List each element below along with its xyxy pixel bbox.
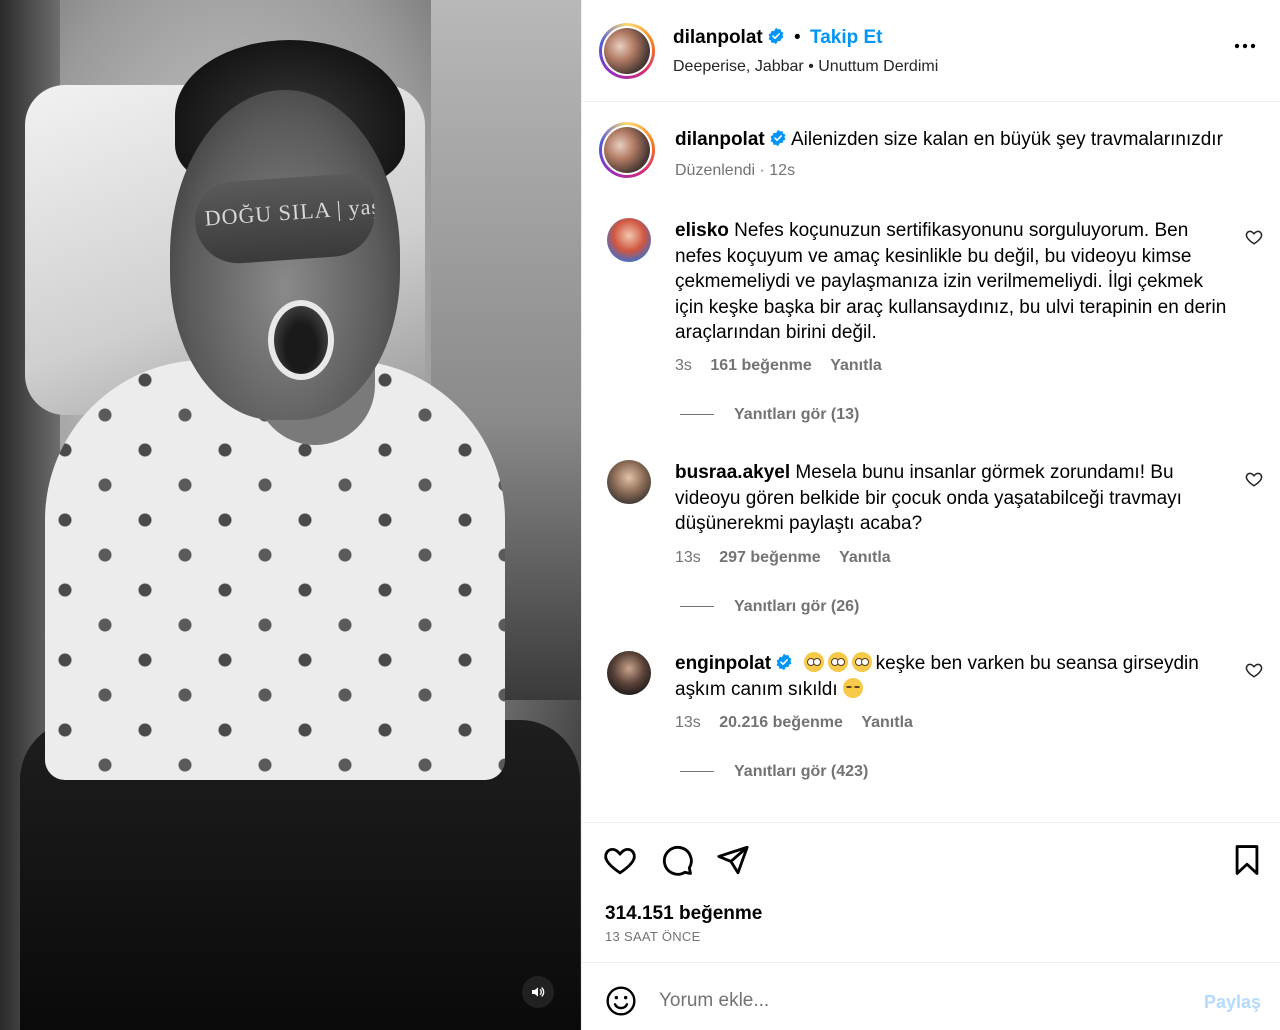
comment-input[interactable] bbox=[659, 981, 1179, 1021]
save-bookmark-icon[interactable] bbox=[1230, 843, 1264, 877]
comment-composer: Paylaş bbox=[582, 962, 1280, 1030]
view-replies-button[interactable]: Yanıtları gör (26) bbox=[680, 598, 859, 616]
caption-text: dilanpolat Ailenizden size kalan en büyü… bbox=[675, 127, 1265, 152]
comment-time: 13s bbox=[675, 549, 701, 566]
caption-time: 12s bbox=[769, 162, 796, 179]
caption-meta: Düzenlendi · 12s bbox=[675, 162, 796, 179]
eye-mask: DOĞU SILA | yaşam merkezi bbox=[192, 171, 378, 267]
comment-time: 3s bbox=[675, 357, 692, 374]
replies-divider bbox=[680, 606, 714, 608]
author-username-text[interactable]: dilanpolat bbox=[673, 27, 763, 48]
caption-body: Ailenizden size kalan en büyük şey travm… bbox=[790, 129, 1223, 150]
flushed-emoji-icon bbox=[803, 652, 824, 672]
post-likes-count[interactable]: 314.151 beğenme bbox=[605, 903, 762, 925]
like-heart-icon[interactable] bbox=[603, 843, 637, 877]
audio-track-link[interactable]: Deeperise, Jabbar • Unuttum Derdimi bbox=[673, 58, 938, 76]
post-actions: 314.151 beğenme 13 SAAT ÖNCE bbox=[582, 822, 1280, 962]
speaker-icon bbox=[532, 987, 545, 997]
comment-text: elisko Nefes koçunuzun sertifikasyonunu … bbox=[675, 218, 1235, 346]
post-sidebar: dilanpolat • Takip Et Deeperise, Jabbar … bbox=[581, 0, 1280, 1030]
caption-avatar[interactable] bbox=[599, 122, 655, 178]
pensive-emoji-icon bbox=[842, 677, 863, 698]
verified-badge-icon bbox=[768, 27, 784, 45]
like-comment-heart-icon[interactable] bbox=[1245, 470, 1263, 488]
flushed-emoji-icon bbox=[851, 652, 872, 672]
comment-meta: 13s 20.216 beğenme Yanıtla bbox=[675, 714, 927, 732]
post-video[interactable]: DOĞU SILA | yaşam merkezi bbox=[0, 0, 581, 1030]
comment-likes[interactable]: 161 beğenme bbox=[710, 357, 811, 374]
comment-text: enginpolat keşke ben varken bu seansa gi… bbox=[675, 651, 1235, 702]
view-replies-label[interactable]: Yanıtları gör (423) bbox=[734, 763, 868, 780]
view-replies-label[interactable]: Yanıtları gör (13) bbox=[734, 406, 859, 423]
post-comment-button[interactable]: Paylaş bbox=[1204, 992, 1261, 1013]
verified-badge-icon bbox=[776, 653, 792, 671]
author-avatar[interactable] bbox=[599, 23, 655, 79]
open-mouth bbox=[268, 300, 334, 380]
comment-likes[interactable]: 20.216 beğenme bbox=[719, 714, 843, 731]
comment-body: Nefes koçunuzun sertifikasyonunu sorgulu… bbox=[675, 220, 1227, 343]
emoji-picker-icon[interactable] bbox=[605, 985, 637, 1017]
reply-button[interactable]: Yanıtla bbox=[839, 549, 891, 566]
flushed-emoji-icon bbox=[827, 652, 848, 672]
view-replies-button[interactable]: Yanıtları gör (423) bbox=[680, 763, 868, 781]
commenter-avatar[interactable] bbox=[607, 218, 651, 262]
like-comment-heart-icon[interactable] bbox=[1245, 228, 1263, 246]
more-horizontal-icon bbox=[1234, 43, 1256, 49]
separator-dot: • bbox=[794, 27, 801, 48]
replies-divider bbox=[680, 414, 714, 416]
view-replies-button[interactable]: Yanıtları gör (13) bbox=[680, 406, 859, 424]
post-timestamp[interactable]: 13 SAAT ÖNCE bbox=[605, 929, 701, 944]
follow-button[interactable]: Takip Et bbox=[810, 27, 883, 49]
commenter-username[interactable]: busraa.akyel bbox=[675, 462, 790, 483]
commenter-avatar[interactable] bbox=[607, 651, 651, 695]
comment-meta: 13s 297 beğenme Yanıtla bbox=[675, 549, 905, 567]
instagram-post: DOĞU SILA | yaşam merkezi dilanpolat • T… bbox=[0, 0, 1280, 1030]
reply-button[interactable]: Yanıtla bbox=[861, 714, 913, 731]
comment-likes[interactable]: 297 beğenme bbox=[719, 549, 820, 566]
post-header: dilanpolat • Takip Et Deeperise, Jabbar … bbox=[582, 0, 1280, 102]
share-paper-plane-icon[interactable] bbox=[716, 843, 750, 877]
commenter-username[interactable]: enginpolat bbox=[675, 653, 771, 674]
reply-button[interactable]: Yanıtla bbox=[830, 357, 882, 374]
comment-meta: 3s 161 beğenme Yanıtla bbox=[675, 357, 896, 375]
caption-username[interactable]: dilanpolat bbox=[675, 129, 765, 150]
sound-toggle-button[interactable] bbox=[522, 976, 554, 1008]
author-username[interactable]: dilanpolat bbox=[673, 27, 785, 49]
comment-text: busraa.akyel Mesela bunu insanlar görmek… bbox=[675, 460, 1235, 537]
comment-time: 13s bbox=[675, 714, 701, 731]
commenter-username[interactable]: elisko bbox=[675, 220, 729, 241]
more-options-button[interactable] bbox=[1233, 34, 1257, 65]
view-replies-label[interactable]: Yanıtları gör (26) bbox=[734, 598, 859, 615]
replies-divider bbox=[680, 771, 714, 773]
edited-label: Düzenlendi bbox=[675, 162, 756, 179]
verified-badge-icon bbox=[770, 129, 786, 147]
like-comment-heart-icon[interactable] bbox=[1245, 661, 1263, 679]
comment-bubble-icon[interactable] bbox=[660, 843, 694, 877]
commenter-avatar[interactable] bbox=[607, 460, 651, 504]
